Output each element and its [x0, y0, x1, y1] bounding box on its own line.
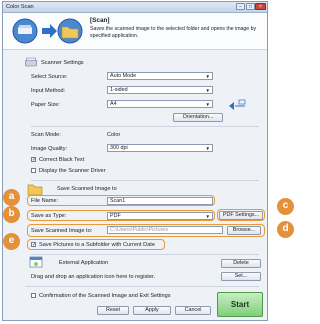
- scanner-settings-heading: Scanner Settings: [41, 60, 84, 66]
- set-button[interactable]: Set...: [221, 272, 261, 281]
- paper-size-label: Paper Size:: [31, 102, 60, 108]
- chevron-down-icon: ▼: [205, 74, 210, 79]
- correct-black-text-label: Correct Black Text: [39, 157, 85, 163]
- input-method-value: 1-sided: [110, 87, 128, 93]
- save-as-type-label: Save as Type:: [31, 213, 67, 219]
- correct-black-text-checkbox[interactable]: ✓: [31, 157, 36, 163]
- display-scanner-driver-label: Display the Scanner Driver: [39, 168, 106, 174]
- scanner-icon: [25, 57, 37, 67]
- external-application-icon: [29, 256, 43, 268]
- callout-e: e: [3, 233, 20, 250]
- scan-mode-value: Color: [107, 132, 121, 138]
- apply-button[interactable]: Apply: [133, 306, 171, 315]
- header-description: Saves the scanned image to the selected …: [90, 26, 257, 39]
- delete-button[interactable]: Delete: [221, 259, 261, 268]
- chevron-down-icon: ▼: [205, 88, 210, 93]
- callout-d: d: [277, 221, 294, 238]
- file-name-input[interactable]: Scan1: [107, 197, 213, 205]
- browse-button[interactable]: Browse...: [227, 226, 261, 235]
- window-title: Color Scan: [6, 3, 34, 10]
- title-bar: Color Scan − □ ×: [3, 2, 267, 13]
- input-method-dropdown[interactable]: 1-sided ▼: [107, 86, 213, 94]
- confirmation-label: Confirmation of the Scanned Image and Ex…: [39, 293, 171, 299]
- image-quality-value: 300 dpi: [110, 145, 128, 151]
- callout-b: b: [3, 206, 20, 223]
- cancel-button[interactable]: Cancel: [175, 306, 211, 315]
- display-scanner-driver-checkbox[interactable]: [31, 168, 36, 173]
- external-application-hint[interactable]: Drag and drop an application icon here t…: [31, 274, 155, 280]
- select-source-value: Auto Mode: [110, 73, 137, 79]
- select-source-label: Select Source:: [31, 74, 68, 80]
- start-button[interactable]: Start: [217, 292, 263, 317]
- close-button[interactable]: ×: [255, 3, 266, 10]
- scan-mode-label: Scan Mode:: [31, 132, 61, 138]
- reset-button[interactable]: Reset: [97, 306, 129, 315]
- save-to-label: Save Scanned Image to:: [31, 228, 93, 234]
- input-method-label: Input Method:: [31, 88, 66, 94]
- divider: [25, 286, 259, 287]
- callout-a: a: [3, 189, 20, 206]
- file-name-label: File Name:: [31, 198, 59, 204]
- save-as-type-dropdown[interactable]: PDF ▼: [107, 212, 213, 220]
- chevron-down-icon: ▼: [205, 214, 210, 219]
- save-settings-heading: Save Scanned Image to: [57, 186, 117, 192]
- image-quality-label: Image Quality:: [31, 146, 68, 152]
- callout-c: c: [277, 198, 294, 215]
- select-source-dropdown[interactable]: Auto Mode ▼: [107, 72, 213, 80]
- minimize-button[interactable]: −: [236, 3, 245, 10]
- save-as-type-value: PDF: [110, 213, 121, 219]
- paper-size-dropdown[interactable]: A4 ▼: [107, 100, 213, 108]
- chevron-down-icon: ▼: [205, 146, 210, 151]
- color-scan-window: Color Scan − □ × [Scan] Saves the scanne…: [2, 1, 268, 321]
- save-to-field[interactable]: C:\Users\Public\Pictures: [107, 226, 223, 234]
- confirmation-checkbox[interactable]: [31, 293, 36, 298]
- header-panel: [Scan] Saves the scanned image to the se…: [3, 13, 267, 50]
- maximize-button[interactable]: □: [246, 3, 255, 10]
- external-application-heading: External Application: [59, 260, 109, 266]
- image-quality-dropdown[interactable]: 300 dpi ▼: [107, 144, 213, 152]
- scan-to-folder-icon: [12, 18, 83, 44]
- subfolder-checkbox[interactable]: ✓: [31, 242, 36, 248]
- orientation-button[interactable]: Orientation...: [173, 113, 223, 122]
- paper-orientation-icon: [229, 99, 246, 110]
- divider: [31, 254, 259, 255]
- folder-icon: [27, 184, 43, 196]
- divider: [31, 126, 259, 127]
- header-title: [Scan]: [90, 17, 110, 24]
- paper-size-value: A4: [110, 101, 117, 107]
- subfolder-label: Save Pictures to a Subfolder with Curren…: [39, 242, 155, 248]
- pdf-settings-button[interactable]: PDF Settings...: [219, 211, 263, 220]
- divider: [31, 180, 259, 181]
- chevron-down-icon: ▼: [205, 102, 210, 107]
